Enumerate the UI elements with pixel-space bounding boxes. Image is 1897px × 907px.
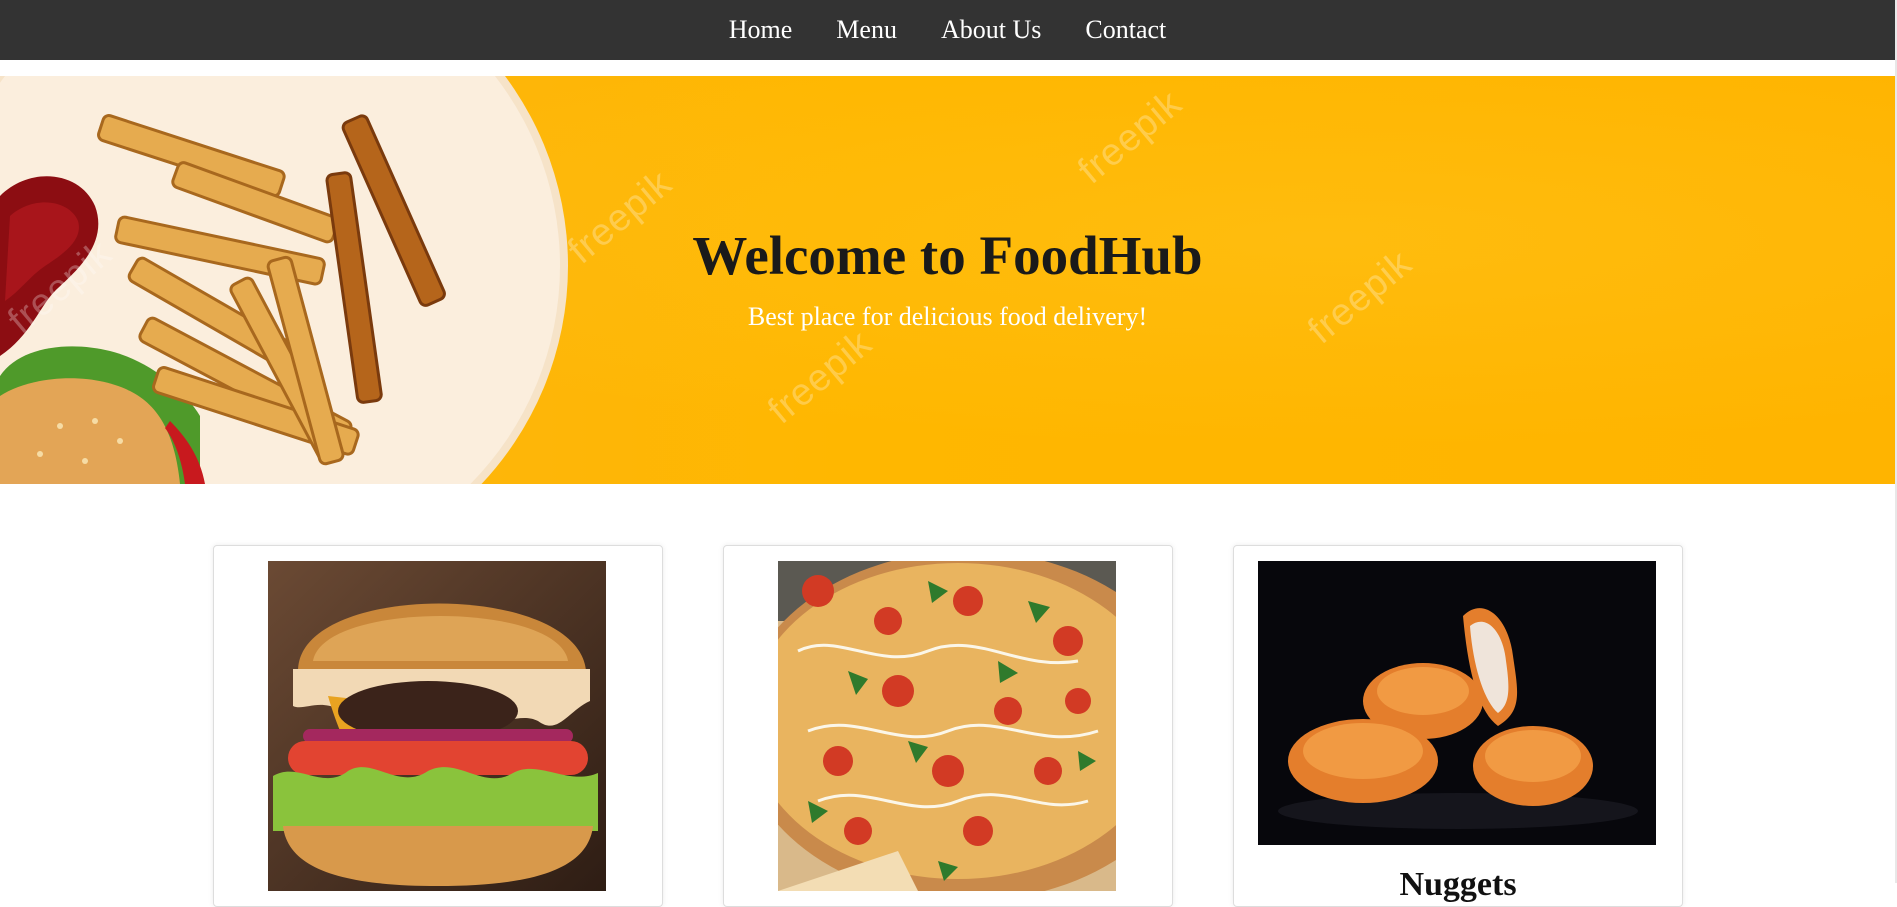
nav-link-menu[interactable]: Menu [836,17,897,43]
top-navbar: Home Menu About Us Contact [0,0,1895,60]
burger-image [268,561,606,891]
nuggets-image [1258,561,1656,845]
nav-link-home[interactable]: Home [729,17,793,43]
hero-subtitle: Best place for delicious food delivery! [747,302,1148,331]
hero-banner: freepik freepik freepik freepik freepik … [0,76,1895,484]
watermark-text: freepik [760,322,881,433]
nav-link-about-us[interactable]: About Us [941,17,1041,43]
watermark-text: freepik [1070,82,1191,193]
nav-link-contact[interactable]: Contact [1085,17,1166,43]
card-title: Nuggets [1399,866,1517,903]
hero-title: Welcome to FoodHub [692,225,1203,286]
food-card-nuggets[interactable]: Nuggets [1233,545,1683,907]
food-card-pizza[interactable] [723,545,1173,907]
pizza-image [778,561,1116,891]
food-card-burger[interactable] [213,545,663,907]
